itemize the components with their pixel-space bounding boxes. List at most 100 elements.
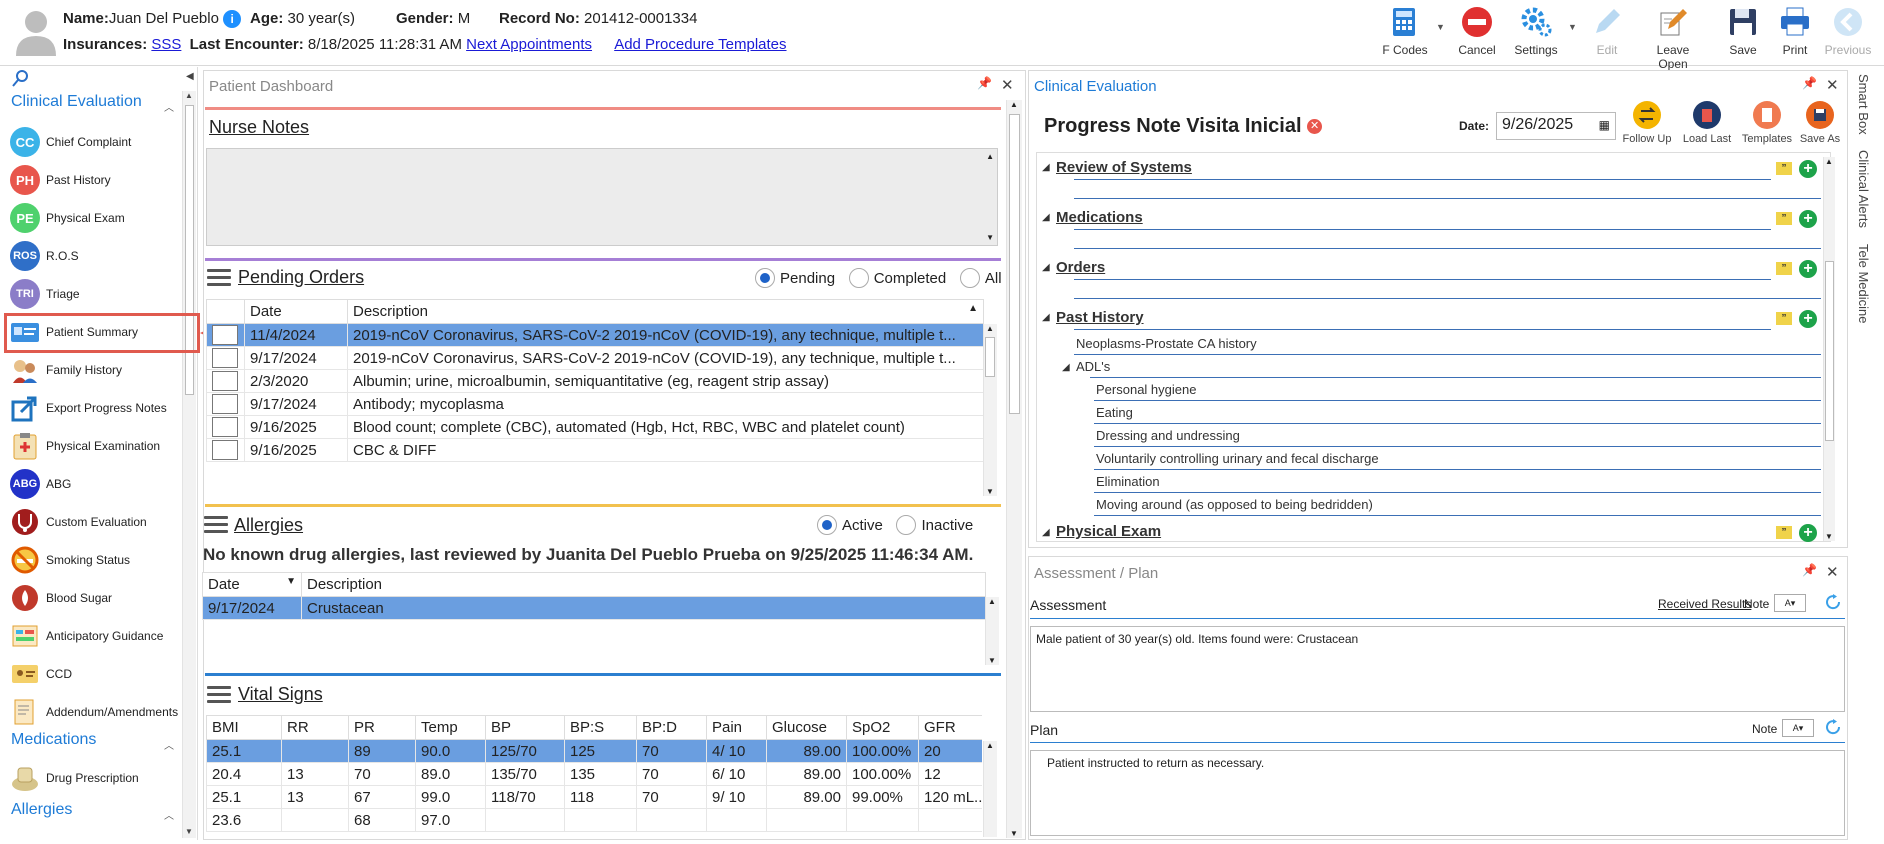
insurance-link[interactable]: SSS xyxy=(151,36,181,53)
col-gfr[interactable]: GFR xyxy=(918,715,982,740)
table-row[interactable]: 23.6 68 97.0 xyxy=(206,808,982,832)
add-icon[interactable]: + xyxy=(1799,310,1817,328)
radio-inactive[interactable] xyxy=(896,515,917,535)
tree-section-orders[interactable]: Orders xyxy=(1056,259,1105,276)
note-date-input[interactable]: 9/26/2025 ▦ xyxy=(1496,112,1616,140)
plan-textarea[interactable]: Patient instructed to return as necessar… xyxy=(1030,750,1845,836)
nav-item-smoking-status[interactable]: Smoking Status xyxy=(10,543,188,577)
row-checkbox[interactable] xyxy=(212,417,238,437)
nav-item-chief-complaint[interactable]: CC Chief Complaint xyxy=(10,125,188,159)
templates-button[interactable]: Templates xyxy=(1740,100,1794,145)
quote-icon[interactable]: ” xyxy=(1776,262,1792,275)
row-checkbox[interactable] xyxy=(212,325,238,345)
col-bps[interactable]: BP:S xyxy=(564,715,637,740)
nav-item-ros[interactable]: ROS R.O.S xyxy=(10,239,188,273)
add-icon[interactable]: + xyxy=(1799,160,1817,178)
tree-item-adl[interactable]: Eating xyxy=(1096,405,1133,420)
cancel-button[interactable]: Cancel xyxy=(1447,4,1507,62)
row-checkbox[interactable] xyxy=(212,371,238,391)
dashboard-scrollbar[interactable]: ▲ ▼ xyxy=(1006,100,1022,838)
vitals-scrollbar[interactable]: ▲ xyxy=(983,741,997,837)
collapse-nav-icon[interactable]: ◀ xyxy=(186,71,194,82)
col-rr[interactable]: RR xyxy=(281,715,349,740)
pin-icon[interactable]: 📌 xyxy=(1802,76,1817,90)
refresh-icon[interactable] xyxy=(1823,592,1843,612)
col-pr[interactable]: PR xyxy=(348,715,416,740)
tab-tele-medicine[interactable]: Tele Medicine xyxy=(1856,244,1871,324)
tree-item-adl[interactable]: Moving around (as opposed to being bedri… xyxy=(1096,497,1373,512)
edit-button[interactable]: Edit xyxy=(1577,4,1637,62)
assessment-textarea[interactable]: Male patient of 30 year(s) old. Items fo… xyxy=(1030,626,1845,712)
col-bpd[interactable]: BP:D xyxy=(636,715,707,740)
col-spo2[interactable]: SpO2 xyxy=(846,715,919,740)
info-icon[interactable]: i xyxy=(223,10,242,29)
table-row[interactable]: 11/4/2024 2019-nCoV Coronavirus, SARS-CoV… xyxy=(206,323,984,347)
settings-button[interactable]: Settings xyxy=(1506,4,1566,62)
follow-up-button[interactable]: Follow Up xyxy=(1622,100,1672,145)
refresh-icon[interactable] xyxy=(1823,717,1843,737)
add-icon[interactable]: + xyxy=(1799,260,1817,278)
row-checkbox[interactable] xyxy=(212,348,238,368)
table-row[interactable]: 9/16/2025 Blood count; complete (CBC), au… xyxy=(206,415,984,439)
tree-item-adls[interactable]: ADL's xyxy=(1076,359,1110,374)
tab-clinical-alerts[interactable]: Clinical Alerts xyxy=(1856,150,1871,228)
tree-section-physical-exam[interactable]: Physical Exam xyxy=(1056,523,1161,540)
expand-triangle-icon[interactable]: ◢ xyxy=(1062,362,1070,373)
nav-item-anticipatory-guidance[interactable]: Anticipatory Guidance xyxy=(10,619,188,653)
fcodes-button[interactable]: F Codes xyxy=(1375,4,1435,62)
nav-item-blood-sugar[interactable]: Blood Sugar xyxy=(10,581,188,615)
col-pain[interactable]: Pain xyxy=(706,715,767,740)
expand-triangle-icon[interactable]: ◢ xyxy=(1042,212,1050,223)
col-description[interactable]: Description xyxy=(301,572,986,597)
radio-all[interactable] xyxy=(959,268,980,288)
row-checkbox[interactable] xyxy=(212,440,238,460)
col-date[interactable]: Date ▼ xyxy=(202,572,302,597)
pin-icon[interactable]: 📌 xyxy=(977,76,992,90)
nav-item-export-progress-notes[interactable]: Export Progress Notes xyxy=(10,391,188,425)
expand-triangle-icon[interactable]: ◢ xyxy=(1042,527,1050,538)
nav-item-drug-prescription[interactable]: Drug Prescription xyxy=(10,761,188,795)
calendar-icon[interactable]: ▦ xyxy=(1599,118,1610,132)
save-button[interactable]: Save xyxy=(1713,4,1773,62)
next-appointments-link[interactable]: Next Appointments xyxy=(466,36,592,53)
table-row[interactable]: 25.1 89 90.0 125/70 125 70 4/ 10 89.00 100.00% 20 xyxy=(206,739,982,763)
table-row[interactable]: 25.1 13 67 99.0 118/70 118 70 9/ 10 89.00 99.00% 1… xyxy=(206,785,982,809)
nav-section-allergies[interactable]: Allergies xyxy=(11,801,72,819)
add-icon[interactable]: + xyxy=(1799,210,1817,228)
col-glucose[interactable]: Glucose xyxy=(766,715,847,740)
table-row[interactable]: 9/16/2025 CBC & DIFF xyxy=(206,438,984,462)
fcodes-dropdown-icon[interactable]: ▼ xyxy=(1436,22,1445,32)
tree-section-past-history[interactable]: Past History xyxy=(1056,309,1144,326)
nav-item-past-history[interactable]: PH Past History xyxy=(10,163,188,197)
chevron-up-icon[interactable]: ︿ xyxy=(164,737,174,752)
table-row[interactable]: 20.4 13 70 89.0 135/70 135 70 6/ 10 89.00 100.00%… xyxy=(206,762,982,786)
quote-icon[interactable]: ” xyxy=(1776,212,1792,225)
nav-item-ccd[interactable]: CCD xyxy=(10,657,188,691)
radio-pending[interactable] xyxy=(755,268,775,288)
plan-note-dropdown[interactable]: A▾ xyxy=(1782,719,1814,737)
settings-dropdown-icon[interactable]: ▼ xyxy=(1568,22,1577,32)
nurse-notes-textarea[interactable]: ▲ ▼ xyxy=(206,148,998,246)
col-bp[interactable]: BP xyxy=(485,715,565,740)
chevron-up-icon[interactable]: ︿ xyxy=(164,807,174,822)
nav-section-medications[interactable]: Medications xyxy=(11,731,96,749)
note-dropdown[interactable]: A▾ xyxy=(1774,594,1806,612)
tab-smart-box[interactable]: Smart Box xyxy=(1856,74,1871,135)
tree-scrollbar[interactable]: ▲ ▼ xyxy=(1823,157,1835,541)
remove-note-icon[interactable]: ✕ xyxy=(1307,119,1323,135)
search-icon[interactable] xyxy=(12,69,30,87)
load-last-button[interactable]: Load Last xyxy=(1680,100,1734,145)
tree-item-adl[interactable]: Voluntarily controlling urinary and feca… xyxy=(1096,451,1379,466)
hamburger-menu-icon[interactable] xyxy=(204,516,228,534)
table-row[interactable]: 2/3/2020 Albumin; urine, microalbumin, se… xyxy=(206,369,984,393)
expand-triangle-icon[interactable]: ◢ xyxy=(1042,262,1050,273)
nav-item-custom-evaluation[interactable]: Custom Evaluation xyxy=(10,505,188,539)
received-results-link[interactable]: Received Results xyxy=(1658,597,1751,611)
col-temp[interactable]: Temp xyxy=(415,715,486,740)
save-as-button[interactable]: Save As xyxy=(1797,100,1843,145)
close-icon[interactable]: ✕ xyxy=(1826,563,1839,581)
tree-section-medications[interactable]: Medications xyxy=(1056,209,1143,226)
table-row[interactable]: 9/17/2024 Antibody; mycoplasma xyxy=(206,392,984,416)
radio-active[interactable] xyxy=(817,515,837,535)
pin-icon[interactable]: 📌 xyxy=(1802,563,1817,577)
